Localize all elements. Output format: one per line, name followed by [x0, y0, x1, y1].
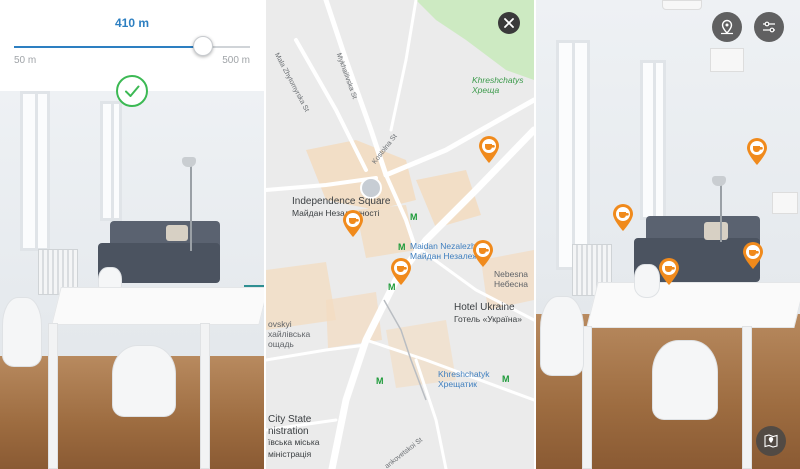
- chair: [540, 296, 584, 376]
- slider-thumb[interactable]: [192, 36, 213, 56]
- window: [556, 40, 590, 270]
- filter-button[interactable]: [754, 12, 784, 42]
- metro-icon: M: [502, 374, 510, 384]
- place-label-khreshchatyk-metro[interactable]: Khreshchatyk Хрещатик: [438, 369, 490, 390]
- map-pin-icon: [721, 19, 733, 35]
- map-background: [266, 0, 534, 469]
- metro-icon: M: [410, 212, 418, 222]
- camera-view: [536, 0, 800, 469]
- table: [586, 282, 800, 328]
- ceiling-light: [710, 48, 744, 72]
- window: [100, 101, 122, 221]
- place-label-nebesna[interactable]: Nebesna Небесна: [494, 269, 528, 290]
- map-location-icon: [764, 434, 778, 448]
- coffee-cup-icon[interactable]: [472, 240, 494, 268]
- wall-shelf: [772, 192, 798, 214]
- slider-min-label: 50 m: [14, 55, 37, 66]
- metro-icon: M: [376, 376, 384, 386]
- close-icon: [504, 18, 514, 28]
- place-label-khreshchatyk-park[interactable]: Khreshchatys Хреща: [472, 75, 524, 96]
- close-map-button[interactable]: [498, 12, 520, 34]
- coffee-cup-icon[interactable]: [342, 210, 364, 238]
- coffee-cup-icon[interactable]: [478, 136, 500, 164]
- coffee-cup-icon[interactable]: [658, 258, 680, 286]
- filter-sliders-icon: [763, 21, 775, 33]
- floor-lamp: [720, 182, 722, 242]
- floor-lamp: [190, 161, 192, 251]
- ar-camera-panel: [536, 0, 800, 469]
- window: [640, 60, 666, 220]
- place-label-hotel-ukraine[interactable]: Hotel Ukraine Готель «Україна»: [454, 302, 522, 325]
- map-pin-button[interactable]: [712, 12, 742, 42]
- coffee-cup-icon[interactable]: [742, 242, 764, 270]
- camera-view: [0, 91, 264, 469]
- map-view[interactable]: Khreshchatys Хреща Independence Square М…: [266, 0, 534, 469]
- check-icon: [125, 85, 140, 97]
- coffee-cup-icon[interactable]: [612, 204, 634, 232]
- chair: [634, 264, 660, 298]
- chair: [112, 345, 176, 417]
- metro-icon[interactable]: M: [398, 242, 406, 252]
- place-label-mykhailivska[interactable]: ovskyi хайлівська ощадь: [268, 319, 310, 349]
- window: [20, 91, 50, 251]
- table: [51, 287, 264, 325]
- distance-value: 410 m: [114, 16, 150, 30]
- chair: [2, 297, 42, 367]
- map-view-button[interactable]: [756, 426, 786, 456]
- distance-slider[interactable]: [14, 46, 250, 48]
- slider-max-label: 500 m: [222, 55, 250, 66]
- coffee-cup-icon[interactable]: [390, 258, 412, 286]
- confirm-button[interactable]: [116, 75, 148, 107]
- slider-fill: [14, 46, 203, 48]
- chair: [652, 340, 718, 420]
- coffee-cup-icon[interactable]: [746, 138, 768, 166]
- place-label-city-state-administration[interactable]: City State nistration ївська міська міні…: [268, 414, 320, 460]
- range-settings-panel: 410 m 50 m 500 m: [0, 0, 264, 469]
- ceiling-light: [662, 0, 702, 10]
